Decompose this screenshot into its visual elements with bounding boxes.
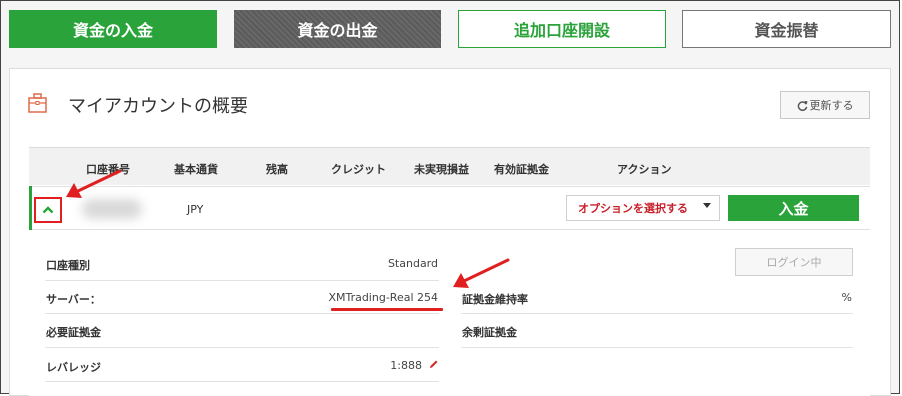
refresh-button[interactable]: 更新する <box>780 91 870 119</box>
transfer-funds-button[interactable]: 資金振替 <box>682 10 891 48</box>
briefcase-icon <box>28 93 47 113</box>
server-value: XMTrading-Real 254 <box>328 291 438 304</box>
account-type-value: Standard <box>387 257 438 270</box>
divider <box>45 381 439 382</box>
col-account-number: 口座番号 <box>86 163 130 176</box>
account-type-label: 口座種別 <box>46 259 90 272</box>
row-currency: JPY <box>187 203 204 216</box>
action-select-label: オプションを選択する <box>578 202 688 215</box>
chevron-up-icon <box>42 206 54 214</box>
margin-level-unit: % <box>841 291 852 304</box>
refresh-icon <box>797 100 808 111</box>
col-balance: 残高 <box>266 163 288 176</box>
action-options-select[interactable]: オプションを選択する <box>566 195 720 221</box>
leverage-value: 1:888 <box>390 359 422 372</box>
page-title: マイアカウントの概要 <box>68 96 248 117</box>
open-additional-account-button[interactable]: 追加口座開設 <box>458 10 666 48</box>
row-deposit-button[interactable]: 入金 <box>728 195 859 221</box>
collapse-row-button[interactable] <box>34 197 62 223</box>
caret-down-icon <box>703 203 711 208</box>
margin-level-label: 証拠金維持率 <box>462 293 528 306</box>
col-credit: クレジット <box>331 163 386 176</box>
pencil-icon[interactable] <box>428 359 439 370</box>
col-unrealized-pnl: 未実現損益 <box>414 163 469 176</box>
divider <box>461 347 853 348</box>
login-button[interactable]: ログイン中 <box>735 248 853 276</box>
server-label: サーバー： <box>46 293 101 306</box>
col-base-currency: 基本通貨 <box>174 163 218 176</box>
col-equity: 有効証拠金 <box>494 163 549 176</box>
row-accent-bar <box>29 186 32 230</box>
annotation-underline <box>331 308 443 311</box>
deposit-funds-button[interactable]: 資金の入金 <box>9 10 217 48</box>
leverage-label: レバレッジ <box>46 361 101 374</box>
free-margin-label: 余剰証拠金 <box>462 326 517 339</box>
divider <box>45 347 439 348</box>
col-action: アクション <box>617 163 672 176</box>
required-margin-label: 必要証拠金 <box>46 326 101 339</box>
divider <box>45 313 439 314</box>
refresh-label: 更新する <box>809 99 854 112</box>
withdraw-funds-button[interactable]: 資金の出金 <box>234 10 441 48</box>
divider <box>45 280 439 281</box>
divider <box>461 313 853 314</box>
accounts-table-header: 口座番号 基本通貨 残高 クレジット 未実現損益 有効証拠金 アクション <box>29 147 870 185</box>
blurred-account-number <box>82 199 142 219</box>
